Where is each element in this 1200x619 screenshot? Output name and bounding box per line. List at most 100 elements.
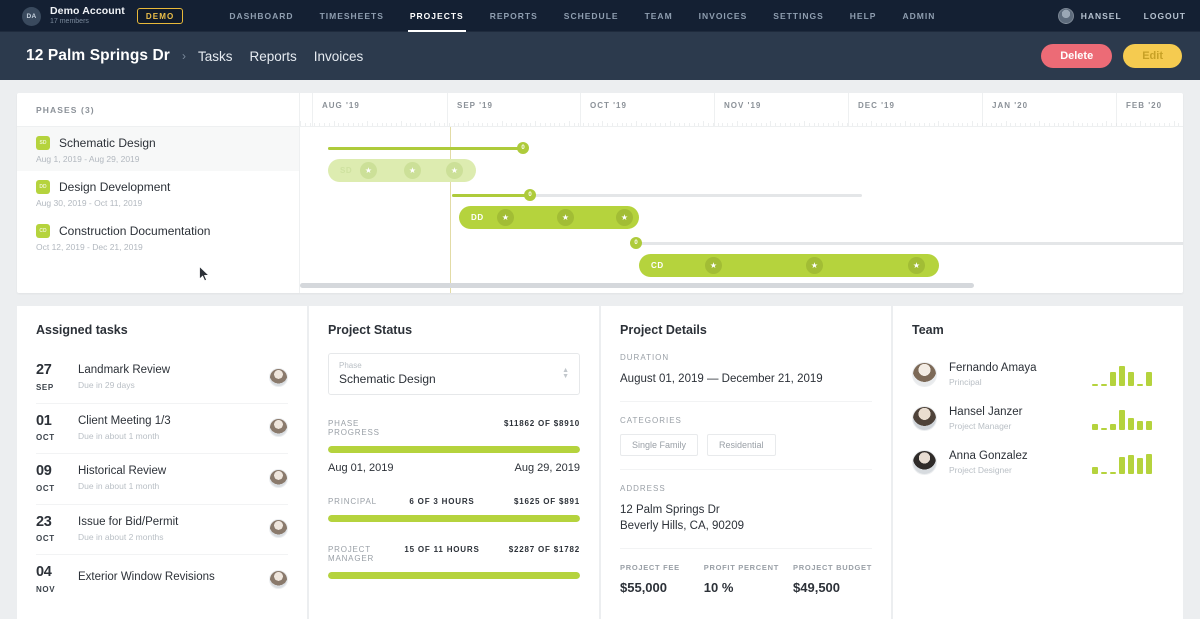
member-activity-sparkline (1092, 452, 1164, 474)
phase-row-schematic-design[interactable]: SD Schematic Design Aug 1, 2019 - Aug 29… (17, 127, 299, 171)
gantt-bars: 0 SD ★ ★ ★ 0 DD ★ ★ (300, 127, 1183, 293)
task-due: Due in about 1 month (78, 431, 269, 441)
nav-link-dashboard[interactable]: DASHBOARD (229, 0, 293, 32)
assignee-avatar[interactable] (269, 368, 288, 387)
task-month: OCT (36, 484, 78, 493)
logout-link[interactable]: LOGOUT (1144, 11, 1186, 21)
phases-header: PHASES (3) (17, 93, 299, 127)
kpi-label: PROJECT BUDGET (793, 563, 872, 572)
phase-color-swatch: SD (36, 136, 50, 150)
account-avatar: DA (22, 7, 41, 26)
progress-knob[interactable]: 0 (630, 237, 642, 249)
star-icon[interactable]: ★ (360, 162, 377, 179)
metric-hours: 6 OF 3 HOURS (396, 497, 488, 506)
gantt-bar-group-construction-documentation[interactable]: 0 CD ★ ★ ★ (632, 236, 1183, 278)
gantt-bar-construction-documentation[interactable]: CD ★ ★ ★ (639, 254, 939, 277)
account-chip[interactable]: DA Demo Account 17 members (22, 6, 125, 26)
progress-knob[interactable]: 0 (517, 142, 529, 154)
nav-link-team[interactable]: TEAM (645, 0, 673, 32)
phase-row-design-development[interactable]: DD Design Development Aug 30, 2019 - Oct… (17, 171, 299, 215)
assignee-avatar[interactable] (269, 570, 288, 589)
primary-nav-links: DASHBOARD TIMESHEETS PROJECTS REPORTS SC… (229, 0, 935, 32)
categories-block: CATEGORIES Single Family Residential (620, 401, 872, 469)
phases-panel: PHASES (3) SD Schematic Design Aug 1, 20… (17, 93, 300, 293)
delete-button[interactable]: Delete (1041, 44, 1112, 68)
tab-invoices[interactable]: Invoices (314, 49, 364, 64)
progress-knob[interactable]: 0 (524, 189, 536, 201)
metric-progress-bar (328, 515, 580, 522)
assignee-avatar[interactable] (269, 519, 288, 538)
gantt-bar-design-development[interactable]: DD ★ ★ ★ (459, 206, 639, 229)
task-day: 09 (36, 464, 78, 479)
phase-row-construction-documentation[interactable]: CD Construction Documentation Oct 12, 20… (17, 215, 299, 259)
team-member-row[interactable]: Anna Gonzalez Project Designer (912, 441, 1164, 485)
demo-badge: DEMO (137, 8, 183, 24)
nav-link-settings[interactable]: SETTINGS (773, 0, 824, 32)
gantt-bar-group-design-development[interactable]: 0 DD ★ ★ ★ (452, 188, 862, 230)
metric-money: $2287 OF $1782 (488, 545, 580, 554)
tab-reports[interactable]: Reports (249, 49, 296, 64)
phase-name: Design Development (59, 180, 170, 194)
assignee-avatar[interactable] (269, 469, 288, 488)
star-icon[interactable]: ★ (908, 257, 925, 274)
nav-link-projects[interactable]: PROJECTS (410, 0, 464, 32)
task-row[interactable]: 23 OCT Issue for Bid/Permit Due in about… (36, 504, 288, 555)
task-row[interactable]: 01 OCT Client Meeting 1/3 Due in about 1… (36, 403, 288, 454)
member-role: Project Manager (949, 421, 1092, 431)
metric-hours: 15 OF 11 HOURS (396, 545, 488, 554)
ruler-month-aug19: AUG '19 (322, 101, 360, 110)
team-panel: Team Fernando Amaya Principal Hansel Jan… (893, 306, 1183, 619)
phase-dates: Aug 30, 2019 - Oct 11, 2019 (36, 198, 280, 208)
category-chip[interactable]: Single Family (620, 434, 698, 456)
member-role: Project Designer (949, 465, 1092, 475)
gantt-timeline[interactable]: AUG '19 SEP '19 OCT '19 NOV '19 DEC '19 … (300, 93, 1183, 293)
task-row[interactable]: 09 OCT Historical Review Due in about 1 … (36, 453, 288, 504)
phase-color-swatch: DD (36, 180, 50, 194)
user-menu[interactable]: HANSEL (1058, 8, 1122, 24)
account-name: Demo Account (50, 6, 125, 17)
scrollbar-thumb[interactable] (300, 283, 974, 288)
nav-link-reports[interactable]: REPORTS (490, 0, 538, 32)
metric-progress-fill (328, 446, 580, 453)
gantt-bar-group-schematic-design[interactable]: 0 SD ★ ★ ★ (328, 141, 523, 183)
ruler-month-nov19: NOV '19 (724, 101, 761, 110)
phase-dates: Aug 1, 2019 - Aug 29, 2019 (36, 154, 280, 164)
assignee-avatar[interactable] (269, 418, 288, 437)
category-chip[interactable]: Residential (707, 434, 776, 456)
phase-dates: Oct 12, 2019 - Dec 21, 2019 (36, 242, 280, 252)
star-icon[interactable]: ★ (446, 162, 463, 179)
nav-link-help[interactable]: HELP (850, 0, 877, 32)
task-row[interactable]: 04 NOV Exterior Window Revisions (36, 554, 288, 605)
phase-select[interactable]: Phase Schematic Design ▲▼ (328, 353, 580, 395)
task-month: OCT (36, 534, 78, 543)
star-icon[interactable]: ★ (557, 209, 574, 226)
kpi-project-budget: PROJECT BUDGET $49,500 (793, 563, 872, 595)
timeline-horizontal-scrollbar[interactable] (300, 283, 1175, 288)
nav-link-schedule[interactable]: SCHEDULE (564, 0, 619, 32)
metric-money: $1625 OF $891 (488, 497, 580, 506)
star-icon[interactable]: ★ (806, 257, 823, 274)
ruler-month-jan20: JAN '20 (992, 101, 1028, 110)
task-row[interactable]: 27 SEP Landmark Review Due in 29 days (36, 353, 288, 403)
tab-tasks[interactable]: Tasks (198, 49, 233, 64)
gantt-chart-card: PHASES (3) SD Schematic Design Aug 1, 20… (17, 93, 1183, 293)
project-status-panel: Project Status Phase Schematic Design ▲▼… (309, 306, 599, 619)
phase-select-value: Schematic Design (339, 372, 569, 386)
project-subheader: 12 Palm Springs Dr › Tasks Reports Invoi… (0, 32, 1200, 80)
team-member-row[interactable]: Fernando Amaya Principal (912, 353, 1164, 397)
panel-title: Team (912, 323, 1164, 337)
star-icon[interactable]: ★ (404, 162, 421, 179)
chevron-updown-icon[interactable]: ▲▼ (562, 368, 569, 380)
nav-link-invoices[interactable]: INVOICES (699, 0, 748, 32)
star-icon[interactable]: ★ (616, 209, 633, 226)
edit-button[interactable]: Edit (1123, 44, 1182, 68)
phase-select-label: Phase (339, 361, 569, 370)
nav-link-timesheets[interactable]: TIMESHEETS (320, 0, 384, 32)
star-icon[interactable]: ★ (705, 257, 722, 274)
member-avatar (912, 406, 937, 431)
gantt-bar-schematic-design[interactable]: SD ★ ★ ★ (328, 159, 476, 182)
team-member-row[interactable]: Hansel Janzer Project Manager (912, 397, 1164, 441)
nav-link-admin[interactable]: ADMIN (902, 0, 935, 32)
phase-name: Construction Documentation (59, 224, 210, 238)
star-icon[interactable]: ★ (497, 209, 514, 226)
